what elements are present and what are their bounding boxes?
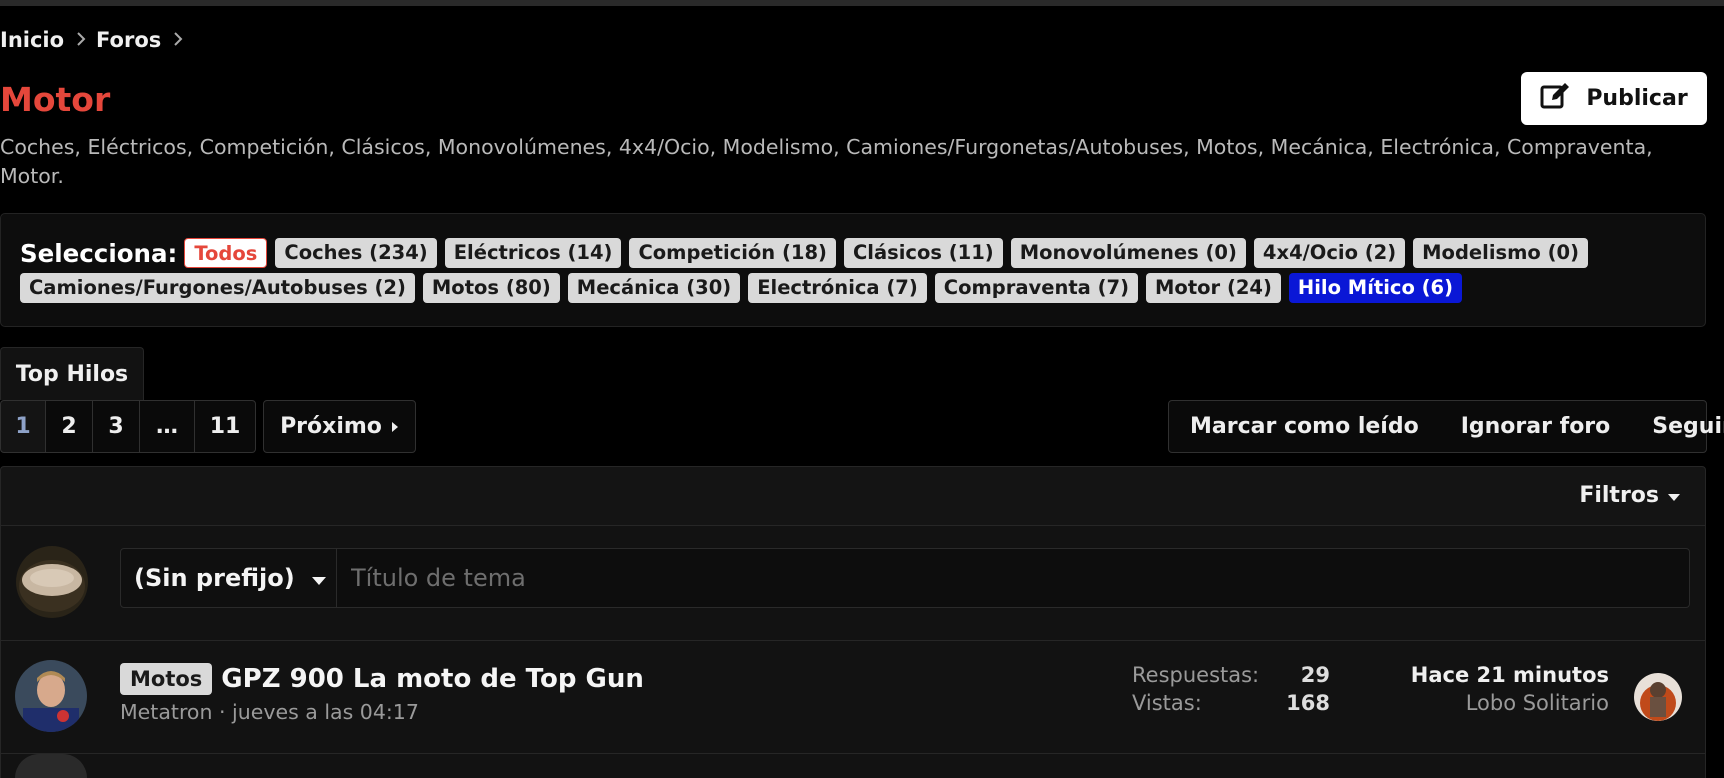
filter-bar: Filtros (0, 466, 1706, 526)
thread-author[interactable]: Metatron (120, 700, 212, 724)
ignore-forum-button[interactable]: Ignorar foro (1440, 414, 1632, 439)
chevron-right-icon (76, 30, 86, 51)
follow-button[interactable]: Seguir (1631, 414, 1724, 439)
selector-label: Selecciona: (20, 238, 178, 268)
caret-down-icon (311, 564, 327, 592)
category-chip[interactable]: Coches (234) (275, 238, 437, 268)
publish-button[interactable]: Publicar (1521, 72, 1707, 125)
category-chip[interactable]: Mecánica (30) (567, 273, 741, 303)
breadcrumb-forums[interactable]: Foros (96, 28, 161, 52)
breadcrumb: Inicio Foros (0, 28, 193, 52)
category-chip[interactable]: Electrónica (7) (748, 273, 927, 303)
thread-title-link[interactable]: GPZ 900 La moto de Top Gun (221, 664, 644, 694)
replies-stat: Respuestas: 29 (1132, 661, 1330, 689)
category-chip[interactable]: Motor (24) (1146, 273, 1281, 303)
prefix-select[interactable]: (Sin prefijo) (120, 548, 337, 608)
last-post: Hace 21 minutos Lobo Solitario (1411, 661, 1609, 717)
forum-description: Coches, Eléctricos, Competición, Clásico… (0, 135, 1653, 188)
top-bar (0, 0, 1724, 6)
thread-title-input[interactable] (337, 548, 1690, 608)
last-post-user[interactable]: Lobo Solitario (1411, 689, 1609, 717)
category-selector: Selecciona: Todos Coches (234) Eléctrico… (0, 213, 1706, 327)
category-chip[interactable]: Modelismo (0) (1413, 238, 1589, 268)
prefix-value: (Sin prefijo) (134, 564, 295, 592)
tab-top-threads[interactable]: Top Hilos (0, 347, 144, 400)
caret-down-icon (1667, 483, 1681, 508)
author-avatar[interactable] (15, 660, 87, 732)
page-link-3[interactable]: 3 (93, 400, 140, 453)
mark-read-button[interactable]: Marcar como leído (1169, 414, 1440, 439)
edit-icon (1540, 81, 1572, 117)
breadcrumb-home[interactable]: Inicio (0, 28, 64, 52)
last-post-time[interactable]: Hace 21 minutos (1411, 661, 1609, 689)
category-chip[interactable]: Monovolúmenes (0) (1010, 238, 1246, 268)
thread-date[interactable]: jueves a las 04:17 (232, 700, 419, 724)
category-chip[interactable]: Eléctricos (14) (444, 238, 622, 268)
filters-dropdown[interactable]: Filtros (1579, 483, 1681, 508)
chevron-right-icon (173, 30, 183, 51)
filters-label: Filtros (1579, 483, 1659, 508)
page-link-11[interactable]: 11 (195, 400, 256, 453)
next-thread-row (0, 754, 1706, 778)
views-label: Vistas: (1132, 691, 1202, 715)
pagination: 1 2 3 … 11 (0, 400, 256, 453)
category-chip[interactable]: Camiones/Furgones/Autobuses (2) (20, 273, 415, 303)
thread-title: Motos GPZ 900 La moto de Top Gun (120, 663, 644, 695)
thread-meta: Metatron · jueves a las 04:17 (120, 700, 419, 724)
meta-separator: · (218, 700, 233, 724)
publish-button-label: Publicar (1586, 86, 1688, 111)
next-page-button[interactable]: Próximo (263, 400, 416, 453)
category-row-1: Selecciona: Todos Coches (234) Eléctrico… (20, 236, 1705, 270)
avatar[interactable] (16, 546, 88, 618)
thread-prefix-label[interactable]: Motos (120, 663, 213, 695)
category-chip-hilo-mitico[interactable]: Hilo Mítico (6) (1288, 273, 1463, 303)
category-chip[interactable]: Compraventa (7) (934, 273, 1139, 303)
author-avatar (15, 754, 87, 778)
page-ellipsis[interactable]: … (140, 400, 195, 453)
next-page-label: Próximo (280, 414, 382, 439)
forum-actions: Marcar como leído Ignorar foro Seguir (1168, 400, 1724, 453)
category-row-2: Camiones/Furgones/Autobuses (2) Motos (8… (20, 271, 1705, 305)
views-stat: Vistas: 168 (1132, 689, 1330, 717)
replies-count: 29 (1300, 663, 1330, 687)
last-poster-avatar[interactable] (1634, 673, 1682, 721)
category-chip[interactable]: Clásicos (11) (843, 238, 1003, 268)
views-count: 168 (1286, 691, 1330, 715)
new-thread-composer: (Sin prefijo) (0, 526, 1706, 641)
replies-label: Respuestas: (1132, 663, 1260, 687)
caret-right-icon (391, 414, 399, 439)
category-chip[interactable]: Motos (80) (422, 273, 560, 303)
page-title: Motor (0, 80, 111, 119)
thread-row[interactable]: Motos GPZ 900 La moto de Top Gun Metatro… (0, 641, 1706, 754)
thread-stats: Respuestas: 29 Vistas: 168 (1132, 661, 1330, 717)
page-link-1[interactable]: 1 (0, 400, 46, 453)
category-chip[interactable]: 4x4/Ocio (2) (1253, 238, 1406, 268)
category-chip-todos[interactable]: Todos (184, 238, 268, 268)
category-chip[interactable]: Competición (18) (629, 238, 836, 268)
page-link-2[interactable]: 2 (46, 400, 93, 453)
